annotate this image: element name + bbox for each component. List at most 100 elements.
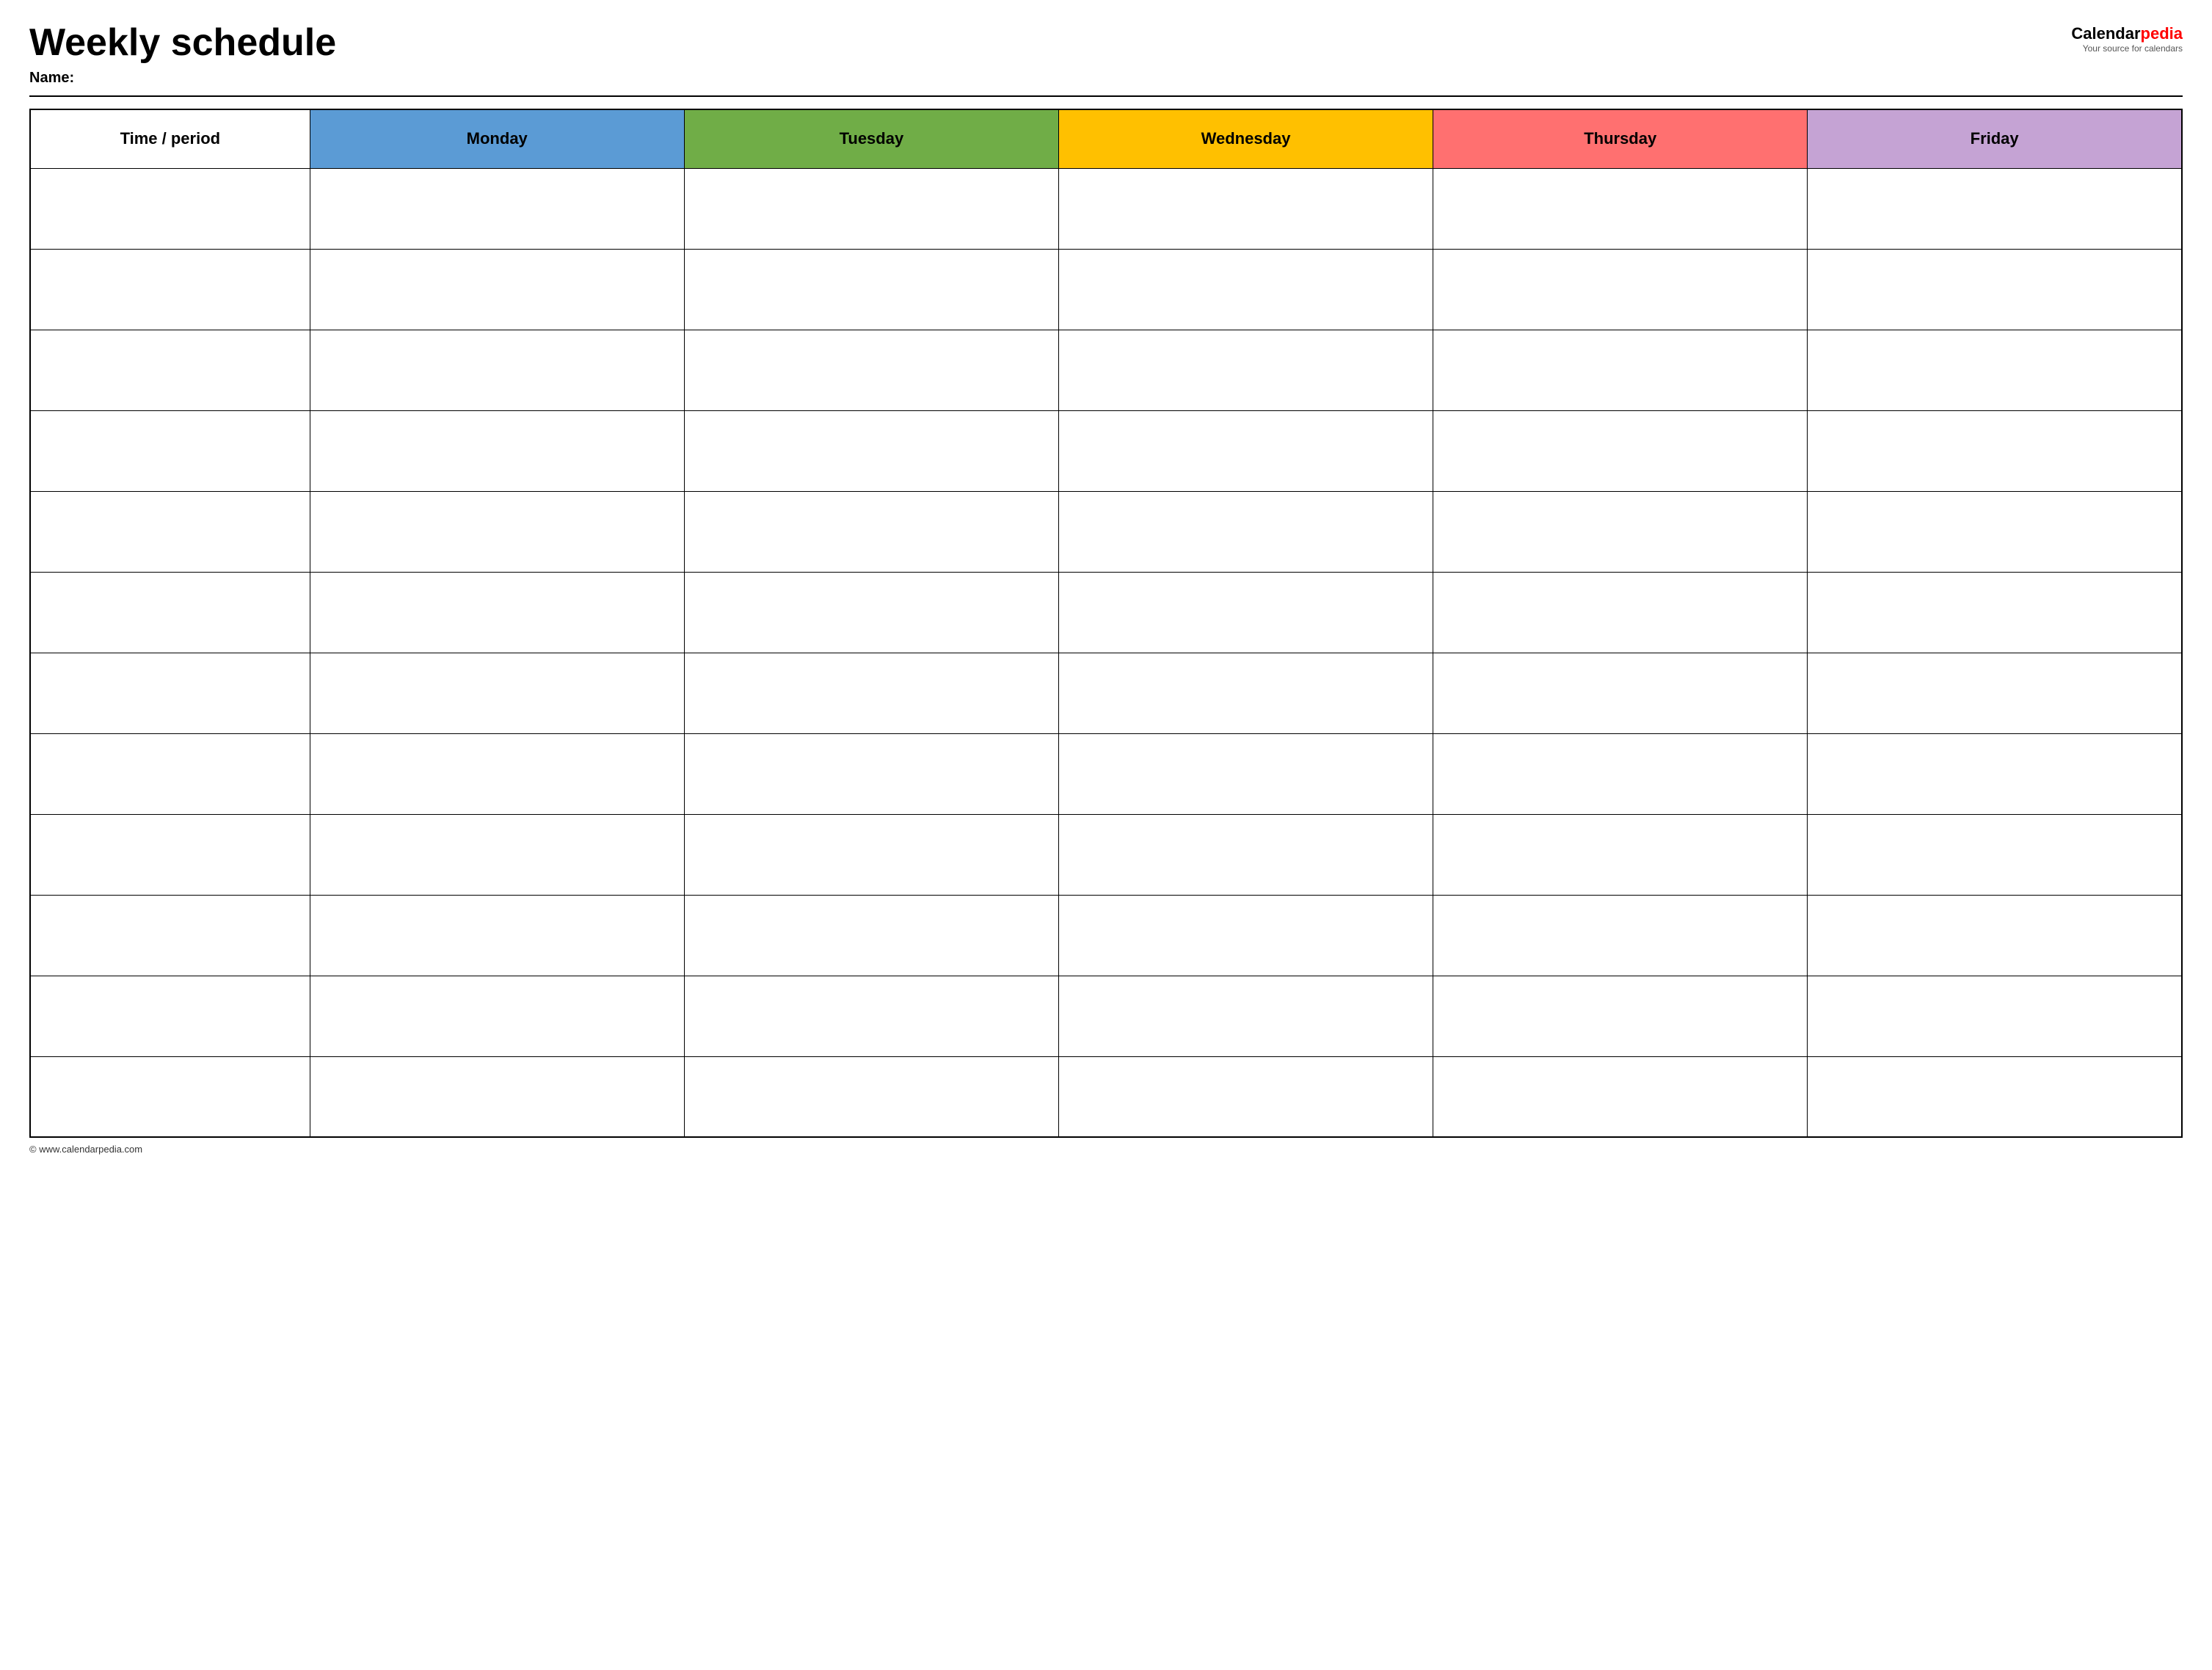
col-header-friday: Friday bbox=[1808, 109, 2182, 168]
schedule-cell[interactable] bbox=[1808, 330, 2182, 410]
footer: © www.calendarpedia.com bbox=[29, 1144, 2183, 1155]
title-area: Weekly schedule Name: bbox=[29, 22, 336, 87]
schedule-cell[interactable] bbox=[310, 1056, 684, 1137]
schedule-cell[interactable] bbox=[1058, 895, 1433, 976]
schedule-cell[interactable] bbox=[1058, 168, 1433, 249]
time-cell[interactable] bbox=[30, 168, 310, 249]
schedule-cell[interactable] bbox=[1058, 976, 1433, 1056]
col-header-time: Time / period bbox=[30, 109, 310, 168]
schedule-cell[interactable] bbox=[1808, 572, 2182, 653]
logo: Calendarpedia bbox=[2071, 26, 2183, 42]
table-row bbox=[30, 976, 2182, 1056]
schedule-cell[interactable] bbox=[1433, 168, 1808, 249]
schedule-cell[interactable] bbox=[1058, 249, 1433, 330]
schedule-cell[interactable] bbox=[1433, 733, 1808, 814]
schedule-cell[interactable] bbox=[310, 895, 684, 976]
page-header: Weekly schedule Name: Calendarpedia Your… bbox=[29, 22, 2183, 87]
logo-pedia-text: pedia bbox=[2141, 24, 2183, 43]
table-header-row: Time / period Monday Tuesday Wednesday T… bbox=[30, 109, 2182, 168]
time-cell[interactable] bbox=[30, 814, 310, 895]
time-cell[interactable] bbox=[30, 330, 310, 410]
schedule-cell[interactable] bbox=[310, 168, 684, 249]
schedule-cell[interactable] bbox=[684, 1056, 1058, 1137]
col-header-wednesday: Wednesday bbox=[1058, 109, 1433, 168]
time-cell[interactable] bbox=[30, 410, 310, 491]
col-header-monday: Monday bbox=[310, 109, 684, 168]
schedule-cell[interactable] bbox=[1433, 1056, 1808, 1137]
schedule-cell[interactable] bbox=[310, 491, 684, 572]
time-cell[interactable] bbox=[30, 572, 310, 653]
logo-tagline: Your source for calendars bbox=[2083, 43, 2183, 54]
logo-area: Calendarpedia Your source for calendars bbox=[2071, 26, 2183, 54]
schedule-cell[interactable] bbox=[1433, 491, 1808, 572]
time-cell[interactable] bbox=[30, 491, 310, 572]
schedule-cell[interactable] bbox=[684, 330, 1058, 410]
table-row bbox=[30, 572, 2182, 653]
table-row bbox=[30, 814, 2182, 895]
schedule-cell[interactable] bbox=[1433, 249, 1808, 330]
logo-calendar-text: Calendar bbox=[2071, 24, 2140, 43]
schedule-cell[interactable] bbox=[1808, 1056, 2182, 1137]
schedule-cell[interactable] bbox=[1808, 410, 2182, 491]
schedule-cell[interactable] bbox=[1808, 653, 2182, 733]
table-row bbox=[30, 895, 2182, 976]
schedule-cell[interactable] bbox=[1808, 895, 2182, 976]
schedule-cell[interactable] bbox=[1808, 491, 2182, 572]
schedule-cell[interactable] bbox=[684, 895, 1058, 976]
time-cell[interactable] bbox=[30, 733, 310, 814]
schedule-cell[interactable] bbox=[1058, 572, 1433, 653]
schedule-cell[interactable] bbox=[684, 814, 1058, 895]
schedule-cell[interactable] bbox=[1433, 976, 1808, 1056]
schedule-cell[interactable] bbox=[684, 491, 1058, 572]
schedule-cell[interactable] bbox=[310, 653, 684, 733]
schedule-cell[interactable] bbox=[1808, 168, 2182, 249]
schedule-cell[interactable] bbox=[684, 249, 1058, 330]
schedule-cell[interactable] bbox=[684, 976, 1058, 1056]
schedule-cell[interactable] bbox=[1058, 653, 1433, 733]
time-cell[interactable] bbox=[30, 653, 310, 733]
schedule-table: Time / period Monday Tuesday Wednesday T… bbox=[29, 109, 2183, 1138]
col-header-tuesday: Tuesday bbox=[684, 109, 1058, 168]
schedule-cell[interactable] bbox=[1058, 491, 1433, 572]
table-row bbox=[30, 168, 2182, 249]
schedule-cell[interactable] bbox=[1808, 249, 2182, 330]
time-cell[interactable] bbox=[30, 895, 310, 976]
table-row bbox=[30, 653, 2182, 733]
schedule-cell[interactable] bbox=[1433, 895, 1808, 976]
schedule-cell[interactable] bbox=[310, 249, 684, 330]
schedule-cell[interactable] bbox=[1808, 976, 2182, 1056]
schedule-cell[interactable] bbox=[1058, 1056, 1433, 1137]
table-body bbox=[30, 168, 2182, 1137]
schedule-cell[interactable] bbox=[1433, 572, 1808, 653]
schedule-cell[interactable] bbox=[1808, 814, 2182, 895]
schedule-cell[interactable] bbox=[310, 572, 684, 653]
schedule-cell[interactable] bbox=[1433, 814, 1808, 895]
table-row bbox=[30, 249, 2182, 330]
schedule-cell[interactable] bbox=[684, 653, 1058, 733]
schedule-cell[interactable] bbox=[1058, 330, 1433, 410]
col-header-thursday: Thursday bbox=[1433, 109, 1808, 168]
header-divider bbox=[29, 95, 2183, 97]
time-cell[interactable] bbox=[30, 976, 310, 1056]
copyright-text: © www.calendarpedia.com bbox=[29, 1144, 142, 1155]
schedule-cell[interactable] bbox=[1058, 410, 1433, 491]
schedule-cell[interactable] bbox=[310, 814, 684, 895]
table-row bbox=[30, 1056, 2182, 1137]
schedule-cell[interactable] bbox=[310, 330, 684, 410]
schedule-cell[interactable] bbox=[1433, 410, 1808, 491]
time-cell[interactable] bbox=[30, 249, 310, 330]
schedule-cell[interactable] bbox=[684, 572, 1058, 653]
schedule-cell[interactable] bbox=[1058, 814, 1433, 895]
schedule-cell[interactable] bbox=[310, 976, 684, 1056]
schedule-cell[interactable] bbox=[310, 410, 684, 491]
table-row bbox=[30, 733, 2182, 814]
schedule-cell[interactable] bbox=[1433, 330, 1808, 410]
schedule-cell[interactable] bbox=[684, 733, 1058, 814]
schedule-cell[interactable] bbox=[310, 733, 684, 814]
schedule-cell[interactable] bbox=[1808, 733, 2182, 814]
time-cell[interactable] bbox=[30, 1056, 310, 1137]
schedule-cell[interactable] bbox=[1433, 653, 1808, 733]
schedule-cell[interactable] bbox=[684, 168, 1058, 249]
schedule-cell[interactable] bbox=[684, 410, 1058, 491]
schedule-cell[interactable] bbox=[1058, 733, 1433, 814]
